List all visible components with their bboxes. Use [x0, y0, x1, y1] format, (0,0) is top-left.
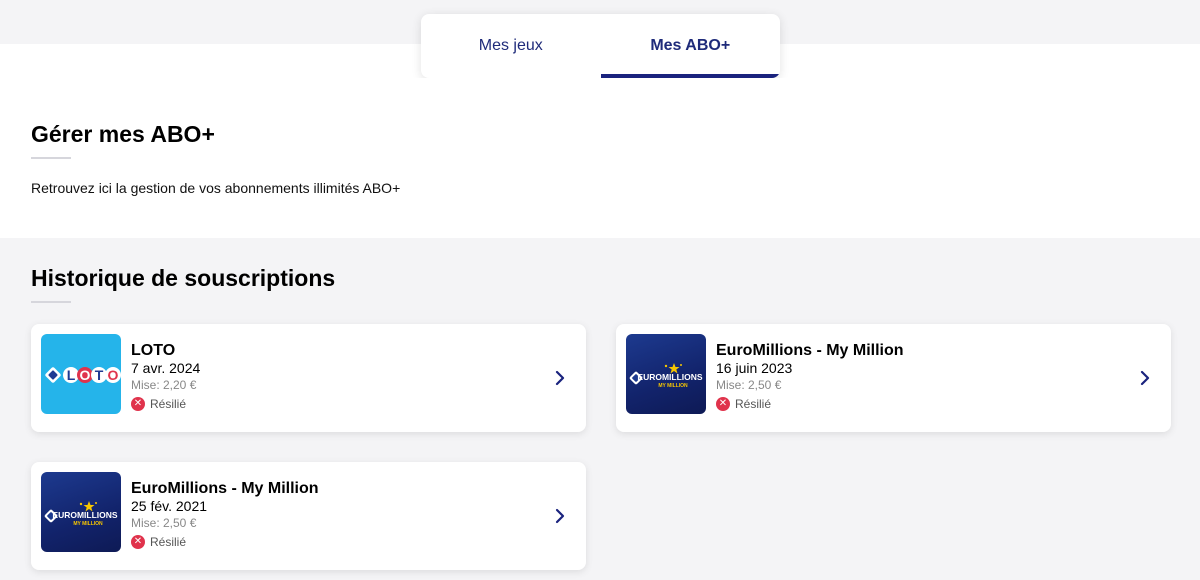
status-label: Résilié	[735, 397, 772, 411]
chevron-right-icon[interactable]	[1137, 368, 1153, 388]
tab-mes-abo[interactable]: Mes ABO+	[600, 14, 781, 78]
subscription-card[interactable]: EUROMILLIONS MY MILLION EuroMillions - M…	[31, 462, 586, 570]
subscription-card[interactable]: EUROMILLIONS MY MILLION EuroMillions - M…	[616, 324, 1171, 432]
euromillions-logo-graphic: EUROMILLIONS MY MILLION	[44, 501, 118, 527]
page-title: Gérer mes ABO+	[31, 121, 215, 147]
chevron-right-icon[interactable]	[552, 506, 568, 526]
loto-logo-letter: O	[108, 367, 119, 383]
cancelled-icon: ✕	[716, 397, 730, 411]
title-underline	[31, 157, 71, 159]
status-badge: ✕ Résilié	[131, 397, 186, 411]
status-badge: ✕ Résilié	[131, 535, 186, 549]
euromillions-logo-subtext: MY MILLION	[658, 383, 688, 389]
euromillions-logo-text: EUROMILLIONS	[637, 372, 702, 382]
euromillions-logo-text: EUROMILLIONS	[52, 510, 117, 520]
chevron-right-icon[interactable]	[552, 368, 568, 388]
cancelled-icon: ✕	[131, 397, 145, 411]
euromillions-logo: EUROMILLIONS MY MILLION	[626, 334, 706, 414]
status-label: Résilié	[150, 397, 187, 411]
loto-logo-letter: O	[80, 367, 91, 383]
euromillions-logo-subtext: MY MILLION	[73, 521, 103, 527]
tab-bar: Mes jeux Mes ABO+	[421, 14, 780, 78]
cancelled-icon: ✕	[131, 535, 145, 549]
euromillions-logo: EUROMILLIONS MY MILLION	[41, 472, 121, 552]
subscription-card[interactable]: L O T O LOTO 7 avr. 2024 Mise: 2,20 € ✕ …	[31, 324, 586, 432]
card-stake: Mise: 2,20 €	[131, 378, 197, 392]
loto-logo-letter: T	[95, 367, 104, 383]
card-stake: Mise: 2,50 €	[716, 378, 782, 392]
card-game-name: EuroMillions - My Million	[716, 342, 904, 359]
card-game-name: EuroMillions - My Million	[131, 480, 319, 497]
history-title: Historique de souscriptions	[31, 265, 336, 291]
card-game-name: LOTO	[131, 342, 176, 359]
card-date: 7 avr. 2024	[131, 360, 201, 376]
loto-logo-letter: L	[67, 367, 76, 383]
loto-logo: L O T O	[41, 334, 121, 414]
status-label: Résilié	[150, 535, 187, 549]
manage-section	[0, 78, 1200, 238]
history-title-underline	[31, 301, 71, 303]
card-date: 25 fév. 2021	[131, 498, 208, 514]
tab-mes-jeux[interactable]: Mes jeux	[421, 14, 601, 78]
euromillions-logo-graphic: EUROMILLIONS MY MILLION	[629, 363, 703, 389]
card-date: 16 juin 2023	[716, 360, 793, 376]
status-badge: ✕ Résilié	[716, 397, 771, 411]
loto-logo-graphic: L O T O	[45, 367, 121, 383]
page-subtitle: Retrouvez ici la gestion de vos abonneme…	[31, 180, 401, 196]
card-stake: Mise: 2,50 €	[131, 516, 197, 530]
